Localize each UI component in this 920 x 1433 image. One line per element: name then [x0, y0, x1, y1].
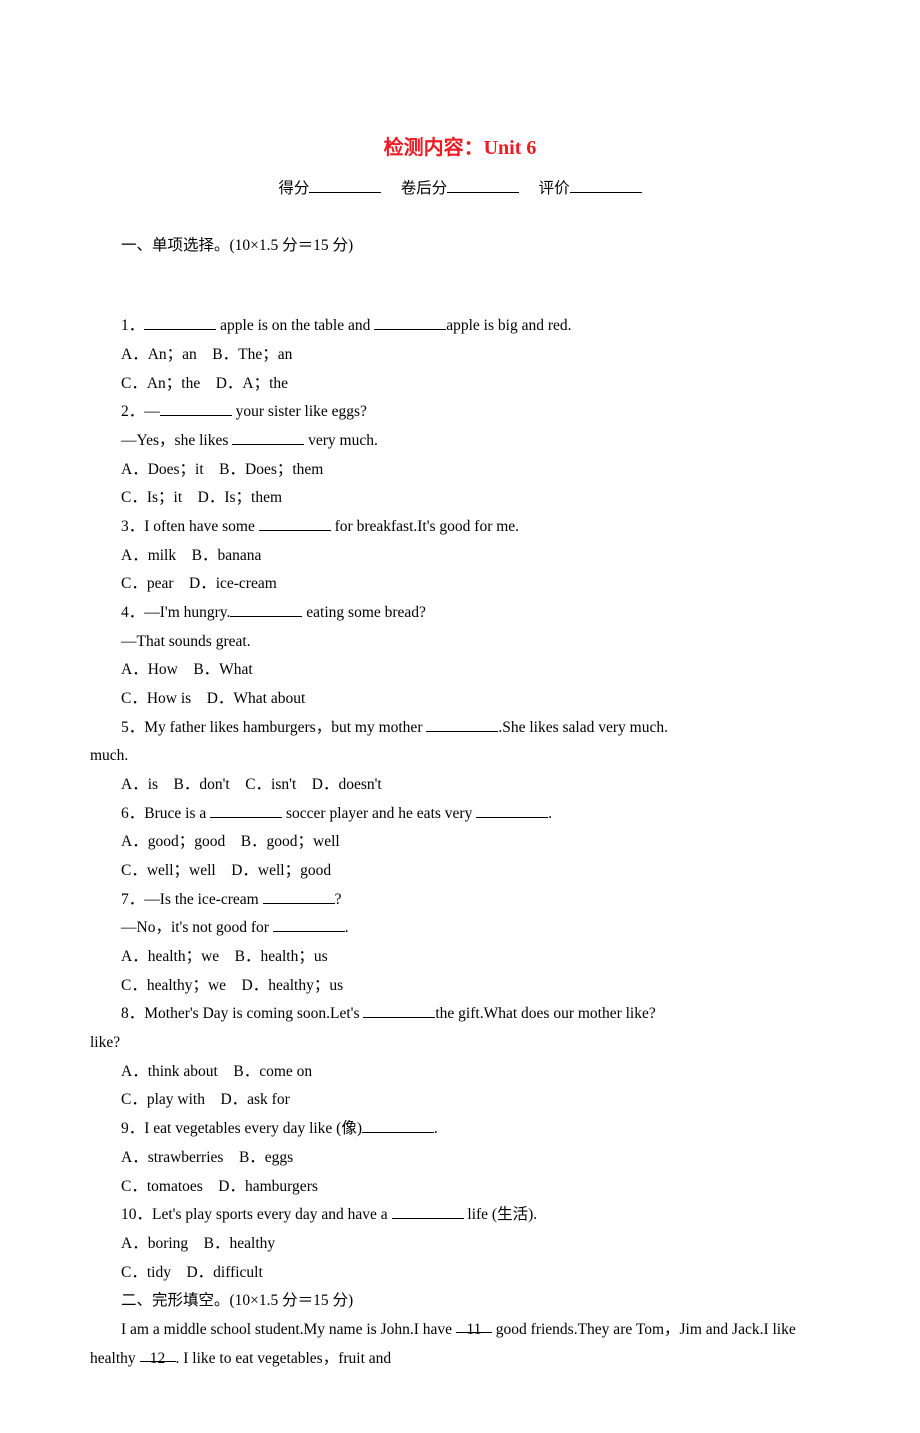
- q2-options-cd: C．Is；it D．Is；them: [90, 484, 830, 513]
- q5-stem-a: 5．My father likes hamburgers，but my moth…: [121, 719, 426, 736]
- score-label-2: 卷后分: [401, 175, 448, 204]
- q5-blank-1[interactable]: [426, 716, 498, 732]
- section-2-heading: 二、完形填空。(10×1.5 分＝15 分): [90, 1287, 830, 1316]
- q5-wrap: much.: [90, 742, 830, 771]
- q2-line2: —Yes，she likes very much.: [90, 427, 830, 456]
- cloze-p1-a: I am a middle school student.My name is …: [121, 1321, 456, 1338]
- q9-stem: 9．I eat vegetables every day like (像).: [90, 1115, 830, 1144]
- q7-options-ab: A．health；we B．health；us: [90, 943, 830, 972]
- q6-options-ab: A．good；good B．good；well: [90, 828, 830, 857]
- q4-stem-b: eating some bread?: [302, 604, 426, 621]
- q7-line2: —No，it's not good for .: [90, 914, 830, 943]
- page-title: 检测内容：Unit 6: [90, 130, 830, 167]
- q7-line2-a: —No，it's not good for: [121, 919, 273, 936]
- cloze-blank-12[interactable]: 12: [140, 1345, 176, 1362]
- q9-options-ab: A．strawberries B．eggs: [90, 1144, 830, 1173]
- q5-stem: 5．My father likes hamburgers，but my moth…: [90, 714, 830, 743]
- q3-stem-a: 3．I often have some: [121, 518, 259, 535]
- q1-blank-2[interactable]: [374, 315, 446, 331]
- q3-stem: 3．I often have some for breakfast.It's g…: [90, 513, 830, 542]
- q7-options-cd: C．healthy；we D．healthy；us: [90, 972, 830, 1001]
- q7-blank-2[interactable]: [273, 917, 345, 933]
- q7-line2-b: .: [345, 919, 349, 936]
- q3-stem-b: for breakfast.It's good for me.: [331, 518, 519, 535]
- q2-stem-b: your sister like eggs?: [232, 403, 367, 420]
- q8-wrap: like?: [90, 1029, 830, 1058]
- score-blank-1[interactable]: [309, 178, 381, 194]
- q9-blank-1[interactable]: [362, 1118, 434, 1134]
- q6-stem-b: soccer player and he eats very: [282, 805, 476, 822]
- q6-stem-a: 6．Bruce is a: [121, 805, 210, 822]
- q3-options-cd: C．pear D．ice-cream: [90, 570, 830, 599]
- q6-stem: 6．Bruce is a soccer player and he eats v…: [90, 800, 830, 829]
- q7-stem-b: ?: [335, 891, 342, 908]
- score-label-1: 得分: [278, 175, 309, 204]
- q5-stem-b: .She likes salad very much.: [498, 719, 668, 736]
- q8-options-ab: A．think about B．come on: [90, 1058, 830, 1087]
- q4-options-ab: A．How B．What: [90, 656, 830, 685]
- q6-blank-1[interactable]: [210, 802, 282, 818]
- q7-stem: 7．—Is the ice-cream ?: [90, 886, 830, 915]
- q2-options-ab: A．Does；it B．Does；them: [90, 456, 830, 485]
- q2-line2-b: very much.: [304, 432, 378, 449]
- q1-blank-1[interactable]: [144, 315, 216, 331]
- q8-stem: 8．Mother's Day is coming soon.Let's the …: [90, 1000, 830, 1029]
- q1-stem-a: 1．: [121, 317, 144, 334]
- q2-blank-2[interactable]: [232, 430, 304, 446]
- q10-options-ab: A．boring B．healthy: [90, 1230, 830, 1259]
- q4-stem: 4．—I'm hungry. eating some bread?: [90, 599, 830, 628]
- question-block: 1． apple is on the table and apple is bi…: [90, 312, 830, 1373]
- cloze-p1-c: . I like to eat vegetables，fruit and: [176, 1350, 392, 1367]
- q6-stem-c: .: [548, 805, 552, 822]
- q10-options-cd: C．tidy D．difficult: [90, 1259, 830, 1288]
- q1-stem-c: apple is big and red.: [446, 317, 571, 334]
- q10-stem: 10．Let's play sports every day and have …: [90, 1201, 830, 1230]
- q2-blank-1[interactable]: [160, 401, 232, 417]
- q8-stem-a: 8．Mother's Day is coming soon.Let's: [121, 1005, 363, 1022]
- q10-stem-b: life (生活).: [464, 1206, 538, 1223]
- q9-options-cd: C．tomatoes D．hamburgers: [90, 1173, 830, 1202]
- q2-stem-a: 2．—: [121, 403, 160, 420]
- q4-stem-a: 4．—I'm hungry.: [121, 604, 230, 621]
- cloze-blank-11[interactable]: 11: [456, 1316, 492, 1333]
- q2-line2-a: —Yes，she likes: [121, 432, 232, 449]
- q3-options-ab: A．milk B．banana: [90, 542, 830, 571]
- q10-stem-a: 10．Let's play sports every day and have …: [121, 1206, 392, 1223]
- score-label-3: 评价: [539, 175, 570, 204]
- score-blank-3[interactable]: [570, 178, 642, 194]
- q6-options-cd: C．well；well D．well；good: [90, 857, 830, 886]
- score-line: 得分 卷后分 评价: [90, 175, 830, 204]
- q8-stem-b: the gift.What does our mother like?: [435, 1005, 655, 1022]
- q8-blank-1[interactable]: [363, 1003, 435, 1019]
- q1-options-cd: C．An；the D．A；the: [90, 370, 830, 399]
- q9-stem-a: 9．I eat vegetables every day like (像): [121, 1120, 362, 1137]
- q9-stem-b: .: [434, 1120, 438, 1137]
- q7-blank-1[interactable]: [263, 888, 335, 904]
- q8-options-cd: C．play with D．ask for: [90, 1086, 830, 1115]
- q1-stem-b: apple is on the table and: [216, 317, 374, 334]
- q7-stem-a: 7．—Is the ice-cream: [121, 891, 263, 908]
- score-blank-2[interactable]: [447, 178, 519, 194]
- q4-options-cd: C．How is D．What about: [90, 685, 830, 714]
- q4-line2: —That sounds great.: [90, 628, 830, 657]
- q5-options-abcd: A．is B．don't C．isn't D．doesn't: [90, 771, 830, 800]
- cloze-passage: I am a middle school student.My name is …: [90, 1316, 830, 1373]
- q3-blank-1[interactable]: [259, 516, 331, 532]
- q2-stem: 2．— your sister like eggs?: [90, 398, 830, 427]
- q10-blank-1[interactable]: [392, 1204, 464, 1220]
- q1-stem: 1． apple is on the table and apple is bi…: [90, 312, 830, 341]
- q1-options-ab: A．An；an B．The；an: [90, 341, 830, 370]
- q4-blank-1[interactable]: [230, 602, 302, 618]
- q6-blank-2[interactable]: [476, 802, 548, 818]
- section-1-heading: 一、单项选择。(10×1.5 分＝15 分): [90, 232, 830, 261]
